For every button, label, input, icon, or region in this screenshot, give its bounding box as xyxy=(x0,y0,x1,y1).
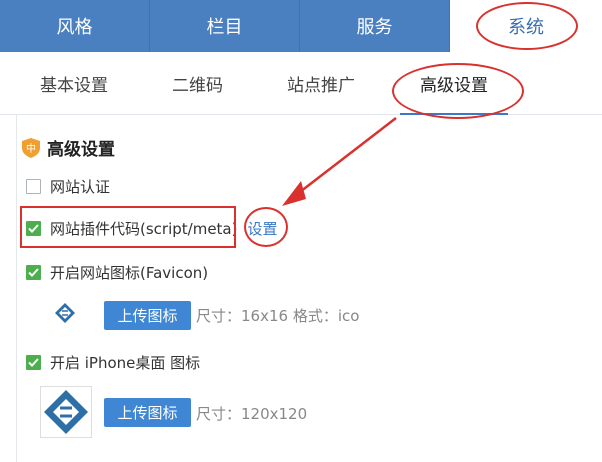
annotation-arrow xyxy=(282,117,397,206)
